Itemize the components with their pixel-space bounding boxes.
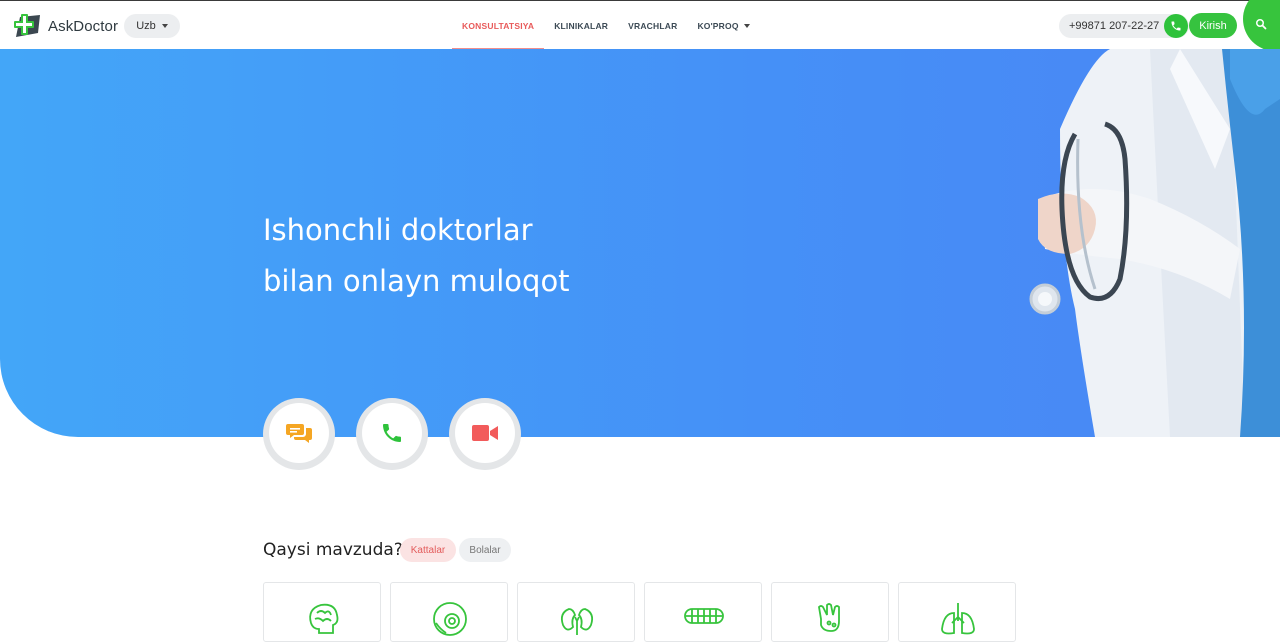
language-label: Uzb [136,20,156,32]
language-dropdown[interactable]: Uzb [124,14,180,38]
chip-label: Kattalar [410,544,446,556]
phone-consultation-button[interactable] [356,398,428,470]
topic-card-pulmonology[interactable] [898,582,1016,642]
video-consultation-button[interactable] [449,398,521,470]
nav-koproq[interactable]: KO'PROQ [687,1,759,50]
top-navbar: AskDoctor Uzb KONSULTATSIYA KLINIKALAR V… [0,0,1280,51]
doctor-illustration [1029,49,1280,437]
topic-card-dermatology[interactable] [771,582,889,642]
topic-card-neurology[interactable] [263,582,381,642]
hero-title-line-2: bilan onlayn muloqot [263,264,570,298]
nav-vrachlar[interactable]: VRACHLAR [618,1,687,50]
nav-label: KO'PROQ [697,20,739,31]
phone-icon [383,424,401,442]
video-consultation-inner [455,403,515,463]
phone-icon [1171,21,1181,31]
lungs-icon [941,603,975,635]
brand-name: AskDoctor [48,17,119,35]
nav-label: KLINIKALAR [554,20,609,31]
chat-consultation-button[interactable] [263,398,335,470]
nav-konsultatsiya[interactable]: KONSULTATSIYA [452,1,545,50]
logo[interactable]: AskDoctor [12,13,118,39]
phone-call-button[interactable] [1164,14,1188,38]
eye-icon [433,602,467,636]
chat-icon [286,424,312,443]
chip-adults[interactable]: Kattalar [400,538,456,562]
hero-banner: Ishonchli doktorlar bilan onlayn muloqot [0,49,1280,437]
topic-card-dentistry[interactable] [644,582,762,642]
chevron-down-icon [161,24,168,28]
login-button[interactable]: Kirish [1189,13,1237,38]
hero-title-line-1: Ishonchli doktorlar [263,213,533,247]
chip-label: Bolalar [469,544,501,556]
nav-klinikalar[interactable]: KLINIKALAR [544,1,618,50]
hand-icon [818,603,840,632]
main-nav: KONSULTATSIYA KLINIKALAR VRACHLAR KO'PRO… [452,1,760,50]
hero-title: Ishonchli doktorlar bilan onlayn muloqot [263,205,570,307]
phone-consultation-inner [362,403,422,463]
topics-heading: Qaysi mavzuda? [263,540,403,560]
search-button[interactable] [1243,0,1280,51]
kidneys-icon [560,608,594,635]
topic-card-ophthalmology[interactable] [390,582,508,642]
chevron-down-icon [743,23,750,28]
logo-plus-icon [12,13,44,39]
nav-label: VRACHLAR [628,20,678,31]
teeth-icon [684,608,724,624]
phone-text: +99871 207-22-27 [1069,20,1160,32]
chip-children[interactable]: Bolalar [459,538,511,562]
chat-consultation-inner [269,403,329,463]
brain-icon [309,603,339,634]
video-camera-icon [472,425,498,441]
topic-card-nephrology[interactable] [517,582,635,642]
search-icon [1256,19,1267,30]
login-label: Kirish [1199,19,1227,32]
nav-label: KONSULTATSIYA [462,20,535,31]
